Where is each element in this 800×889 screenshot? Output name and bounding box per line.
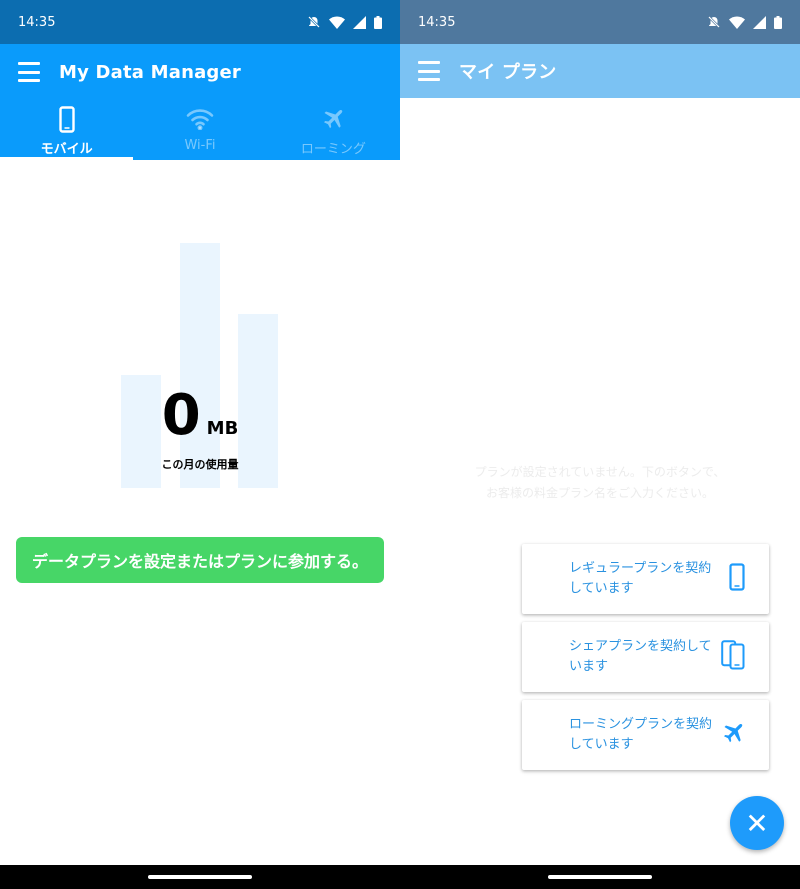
home-gesture-handle[interactable]: [148, 875, 252, 879]
share-plan-button[interactable]: シェアプランを契約しています: [522, 622, 769, 692]
cell-signal-icon: [753, 15, 766, 29]
regular-plan-label: レギュラープランを契約しています: [569, 561, 712, 596]
empty-message-line: お客様の料金プラン名をご入力ください。: [485, 486, 714, 500]
tab-mobile[interactable]: モバイル: [0, 100, 134, 160]
roaming-plan-button[interactable]: ローミングプランを契約しています: [522, 700, 769, 770]
system-nav-bar: [400, 865, 800, 889]
mute-icon: [708, 16, 720, 28]
phone-icon: [58, 105, 75, 133]
wifi-icon: [186, 105, 214, 133]
usage-value: 0: [161, 383, 201, 448]
tab-wifi[interactable]: Wi-Fi: [133, 100, 266, 160]
cell-signal-icon: [353, 15, 366, 29]
system-nav-bar: [0, 865, 400, 889]
status-icons: [307, 15, 382, 29]
roaming-plan-label: ローミングプランを契約しています: [569, 717, 713, 752]
tab-bar: モバイル Wi-Fi ローミング: [0, 100, 400, 160]
airplane-icon: [721, 721, 745, 749]
close-icon: ✕: [745, 806, 769, 840]
phone-icon: [729, 563, 745, 595]
menu-icon[interactable]: [18, 62, 40, 82]
status-time: 14:35: [418, 14, 456, 30]
status-bar: 14:35: [400, 0, 800, 44]
airplane-icon: [321, 105, 345, 133]
wifi-signal-icon: [729, 16, 745, 29]
app-bar: My Data Manager: [0, 44, 400, 100]
my-plan-screen: 14:35 マイ プラン プランが設定されていません。下のボタンで、 お客様の料…: [400, 0, 800, 889]
status-bar: 14:35: [0, 0, 400, 44]
tab-roaming-label: ローミング: [300, 142, 366, 157]
wifi-signal-icon: [329, 16, 345, 29]
empty-plan-message: プランが設定されていません。下のボタンで、 お客様の料金プラン名をご入力ください…: [400, 462, 800, 504]
app-title: マイ プラン: [459, 62, 557, 83]
battery-icon: [374, 15, 382, 29]
mute-icon: [308, 16, 320, 28]
home-gesture-handle[interactable]: [548, 875, 652, 879]
regular-plan-button[interactable]: レギュラープランを契約しています: [522, 544, 769, 614]
empty-message-line: プランが設定されていません。下のボタンで、: [474, 465, 726, 479]
status-icons: [707, 15, 782, 29]
usage-bar: [180, 243, 220, 488]
tab-wifi-label: Wi-Fi: [184, 138, 216, 153]
my-data-manager-screen: 14:35 My Data Manager モバイル Wi-Fi ローミング 0…: [0, 0, 400, 889]
tab-roaming[interactable]: ローミング: [267, 100, 400, 160]
usage-total: 0 MB: [0, 388, 400, 444]
share-plan-label: シェアプランを契約しています: [569, 639, 712, 674]
usage-chart: 0 MB この月の使用量: [0, 160, 400, 520]
usage-unit: MB: [206, 418, 239, 439]
app-bar: マイ プラン: [400, 44, 800, 98]
status-time: 14:35: [18, 14, 56, 30]
setup-plan-button[interactable]: データプランを設定またはプランに参加する。: [16, 537, 384, 583]
app-title: My Data Manager: [59, 61, 242, 83]
close-fab-button[interactable]: ✕: [730, 796, 784, 850]
tab-mobile-label: モバイル: [40, 142, 93, 157]
menu-icon[interactable]: [418, 61, 440, 81]
dual-phone-icon: [721, 640, 745, 674]
usage-caption: この月の使用量: [161, 458, 239, 471]
battery-icon: [774, 15, 782, 29]
